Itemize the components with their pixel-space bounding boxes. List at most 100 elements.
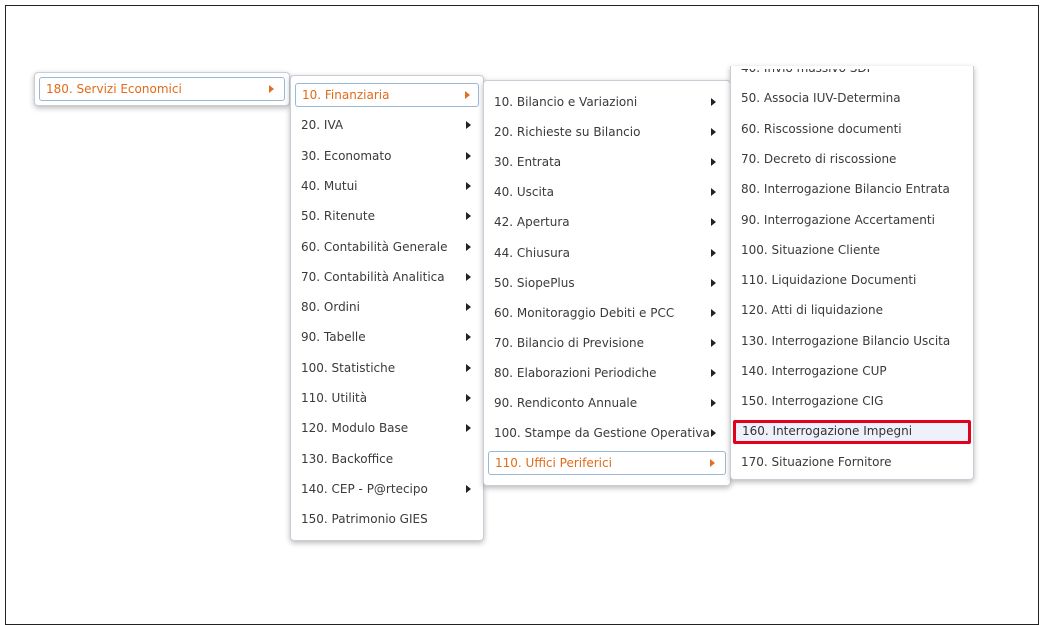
menu-item-label: 80. Ordini xyxy=(301,300,360,315)
menu-item-utilita[interactable]: 110. Utilità xyxy=(295,387,479,409)
menu-item-bilancio-e-variazioni[interactable]: 10. Bilancio e Variazioni xyxy=(488,91,726,113)
submenu-arrow-icon xyxy=(711,248,716,257)
submenu-arrow-icon xyxy=(710,459,715,468)
menu-item-label: 50. Associa IUV-Determina xyxy=(741,91,901,106)
menu-item-iva[interactable]: 20. IVA xyxy=(295,114,479,136)
menu-item-monitoraggio-debiti-e-pcc[interactable]: 60. Monitoraggio Debiti e PCC xyxy=(488,302,726,324)
menu-item-interrogazione-accertamenti[interactable]: 90. Interrogazione Accertamenti xyxy=(735,209,969,231)
menu-item-label: 70. Contabilità Analitica xyxy=(301,269,445,284)
menu-item-interrogazione-cup[interactable]: 140. Interrogazione CUP xyxy=(735,360,969,382)
menu-item-invio-massivo-sdi[interactable]: 40. Invio massivo SDI xyxy=(735,66,969,79)
menu-item-situazione-cliente[interactable]: 100. Situazione Cliente xyxy=(735,239,969,261)
menu-item-label: 110. Utilità xyxy=(301,391,368,405)
menu-item-label: 90. Tabelle xyxy=(301,330,366,345)
submenu-arrow-icon xyxy=(711,158,716,167)
menu-item-backoffice[interactable]: 130. Backoffice xyxy=(295,448,479,470)
submenu-arrow-icon xyxy=(466,363,471,372)
menu-item-label: 20. IVA xyxy=(301,118,344,133)
menu-item-associa-iuv-determina[interactable]: 50. Associa IUV-Determina xyxy=(735,87,969,109)
submenu-arrow-icon xyxy=(711,218,716,227)
menu-item-riscossione-documenti[interactable]: 60. Riscossione documenti xyxy=(735,118,969,140)
submenu-arrow-icon xyxy=(466,333,471,342)
menu-item-patrimonio-gies[interactable]: 150. Patrimonio GIES xyxy=(295,508,479,530)
menu-item-tabelle[interactable]: 90. Tabelle xyxy=(295,326,479,348)
menu-item-statistiche[interactable]: 100. Statistiche xyxy=(295,357,479,379)
submenu-arrow-icon xyxy=(466,303,471,312)
menu-item-label: 70. Decreto di riscossione xyxy=(741,151,897,166)
submenu-arrow-icon xyxy=(711,128,716,137)
submenu-arrow-icon xyxy=(711,399,716,407)
menu-item-label: 80. Elaborazioni Periodiche xyxy=(494,365,657,380)
menu-item-label: 50. Ritenute xyxy=(301,209,375,224)
menu-item-label: 60. Contabilità Generale xyxy=(301,239,448,254)
menu-item-uffici-periferici[interactable]: 110. Uffici Periferici xyxy=(488,451,726,476)
menu-item-label: 60. Monitoraggio Debiti e PCC xyxy=(494,305,675,320)
submenu-arrow-icon xyxy=(466,212,471,221)
menu-item-ordini[interactable]: 80. Ordini xyxy=(295,296,479,318)
menu-item-label: 150. Interrogazione CIG xyxy=(741,394,884,409)
menu-item-label: 50. SiopePlus xyxy=(494,275,575,290)
menu-item-label: 140. CEP - P@rtecipo xyxy=(301,481,428,496)
submenu-arrow-icon xyxy=(466,272,471,281)
submenu-arrow-icon xyxy=(466,242,471,251)
submenu-arrow-icon xyxy=(466,394,471,402)
menu-item-cep-p-rtecipo[interactable]: 140. CEP - P@rtecipo xyxy=(295,478,479,500)
menu-item-label: 180. Servizi Economici xyxy=(46,82,182,96)
menu-item-label: 120. Atti di liquidazione xyxy=(741,303,884,318)
menu-item-label: 140. Interrogazione CUP xyxy=(741,364,887,378)
menu-item-atti-di-liquidazione[interactable]: 120. Atti di liquidazione xyxy=(735,299,969,321)
menu-item-label: 40. Invio massivo SDI xyxy=(741,66,871,75)
menu-item-chiusura[interactable]: 44. Chiusura xyxy=(488,242,726,264)
menu-item-label: 100. Situazione Cliente xyxy=(741,242,881,257)
menu-item-label: 10. Bilancio e Variazioni xyxy=(494,95,638,109)
menu-item-siopeplus[interactable]: 50. SiopePlus xyxy=(488,272,726,294)
menu-item-stampe-da-gestione-operativa[interactable]: 100. Stampe da Gestione Operativa xyxy=(488,422,726,444)
menu-item-bilancio-di-previsione[interactable]: 70. Bilancio di Previsione xyxy=(488,332,726,354)
menu-item-mutui[interactable]: 40. Mutui xyxy=(295,175,479,197)
submenu-arrow-icon xyxy=(711,429,716,438)
menu-item-elaborazioni-periodiche[interactable]: 80. Elaborazioni Periodiche xyxy=(488,362,726,384)
menu-item-interrogazione-bilancio-uscita[interactable]: 130. Interrogazione Bilancio Uscita xyxy=(735,330,969,352)
menu-item-label: 20. Richieste su Bilancio xyxy=(494,125,641,140)
menu-item-label: 30. Entrata xyxy=(494,155,562,170)
menu-item-liquidazione-documenti[interactable]: 110. Liquidazione Documenti xyxy=(735,269,969,291)
menu-item-interrogazione-cig[interactable]: 150. Interrogazione CIG xyxy=(735,390,969,412)
submenu-arrow-icon xyxy=(466,424,471,433)
menu-item-apertura[interactable]: 42. Apertura xyxy=(488,211,726,233)
menu-item-label: 130. Backoffice xyxy=(301,451,394,466)
menu-item-uscita[interactable]: 40. Uscita xyxy=(488,181,726,203)
menu-item-label: 150. Patrimonio GIES xyxy=(301,512,428,527)
menu-level-3: 10. Bilancio e Variazioni 20. Richieste s… xyxy=(483,80,731,486)
menu-item-label: 40. Uscita xyxy=(494,185,554,200)
menu-item-label: 90. Interrogazione Accertamenti xyxy=(741,212,935,227)
menu-item-contabilita-generale[interactable]: 60. Contabilità Generale xyxy=(295,236,479,258)
menu-item-label: 44. Chiusura xyxy=(494,245,570,260)
menu-item-modulo-base[interactable]: 120. Modulo Base xyxy=(295,417,479,439)
menu-item-situazione-fornitore[interactable]: 170. Situazione Fornitore xyxy=(735,451,969,473)
submenu-arrow-icon xyxy=(711,368,716,377)
menu-item-label: 120. Modulo Base xyxy=(301,421,409,436)
submenu-arrow-icon xyxy=(711,98,716,106)
submenu-arrow-icon xyxy=(466,121,471,130)
menu-item-economato[interactable]: 30. Economato xyxy=(295,145,479,167)
menu-item-label: 110. Uffici Periferici xyxy=(495,456,612,471)
menu-item-label: 60. Riscossione documenti xyxy=(741,121,902,136)
menu-item-interrogazione-bilancio-entrata[interactable]: 80. Interrogazione Bilancio Entrata xyxy=(735,178,969,200)
menu-item-interrogazione-impegni[interactable]: 160. Interrogazione Impegni xyxy=(733,419,971,444)
menu-item-rendiconto-annuale[interactable]: 90. Rendiconto Annuale xyxy=(488,392,726,414)
menu-level-1: 180. Servizi Economici xyxy=(34,72,290,106)
menu-item-ritenute[interactable]: 50. Ritenute xyxy=(295,205,479,227)
menu-item-label: 30. Economato xyxy=(301,148,392,163)
menu-item-label: 40. Mutui xyxy=(301,178,358,193)
menu-level-2: 10. Finanziaria 20. IVA 30. Economato 40. M… xyxy=(290,75,484,541)
menu-item-finanziaria[interactable]: 10. Finanziaria xyxy=(295,83,479,107)
menu-item-label: 42. Apertura xyxy=(494,215,570,230)
menu-item-richieste-su-bilancio[interactable]: 20. Richieste su Bilancio xyxy=(488,121,726,143)
menu-item-label: 160. Interrogazione Impegni xyxy=(742,423,913,438)
menu-item-label: 100. Statistiche xyxy=(301,360,396,375)
menu-item-entrata[interactable]: 30. Entrata xyxy=(488,151,726,173)
menu-item-contabilita-analitica[interactable]: 70. Contabilità Analitica xyxy=(295,266,479,288)
menu-item-label: 70. Bilancio di Previsione xyxy=(494,335,645,350)
menu-item-servizi-economici[interactable]: 180. Servizi Economici xyxy=(39,77,285,101)
menu-item-decreto-di-riscossione[interactable]: 70. Decreto di riscossione xyxy=(735,148,969,170)
